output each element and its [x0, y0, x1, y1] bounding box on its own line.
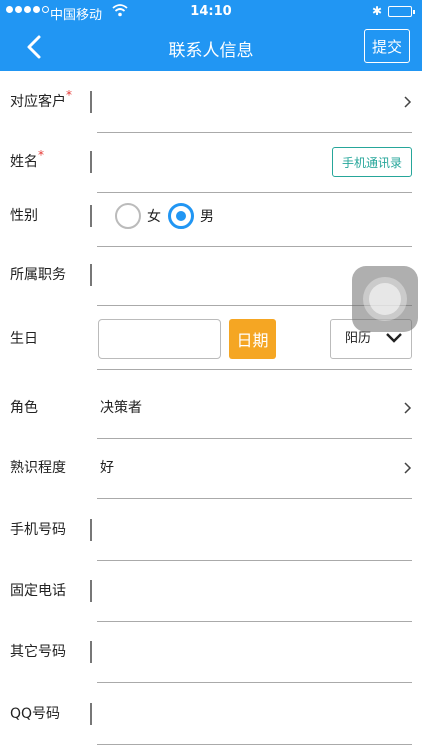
familiarity-row[interactable]: 熟识程度 好	[0, 437, 422, 499]
role-label: 角色	[10, 400, 38, 416]
landline-label: 固定电话	[10, 583, 66, 599]
submit-button[interactable]: 提交	[364, 29, 410, 63]
chevron-right-icon	[404, 462, 412, 474]
battery-icon	[388, 6, 415, 17]
mobile-input[interactable]	[100, 499, 400, 561]
chevron-right-icon	[404, 96, 412, 108]
field-divider	[90, 205, 92, 227]
position-input[interactable]	[100, 244, 340, 306]
role-value: 决策者	[100, 400, 142, 416]
phone-contacts-button[interactable]: 手机通讯录	[332, 147, 412, 177]
name-label: 姓名*	[10, 148, 44, 170]
navigation-bar: 联系人信息 提交	[0, 24, 422, 71]
gender-male-label: 男	[200, 209, 214, 225]
qq-row: QQ号码	[0, 683, 422, 745]
position-label: 所属职务	[10, 267, 66, 283]
gender-label: 性别	[10, 208, 38, 224]
gender-male-radio[interactable]: 男	[168, 203, 214, 229]
field-divider	[90, 91, 92, 113]
birthday-input[interactable]	[98, 319, 221, 359]
mobile-row: 手机号码	[0, 499, 422, 561]
status-bar: 中国移动 14:10 ✱	[0, 0, 422, 24]
customer-label: 对应客户*	[10, 88, 72, 110]
familiarity-label: 熟识程度	[10, 460, 66, 476]
required-mark: *	[38, 148, 44, 162]
field-divider	[90, 264, 92, 286]
field-divider	[90, 519, 92, 541]
birthday-label: 生日	[10, 331, 38, 347]
gender-female-label: 女	[147, 209, 161, 225]
familiarity-value: 好	[100, 460, 114, 476]
other-number-row: 其它号码	[0, 621, 422, 683]
page-title: 联系人信息	[168, 41, 254, 61]
name-input[interactable]	[100, 131, 320, 193]
field-divider	[90, 703, 92, 725]
field-divider	[90, 580, 92, 602]
date-picker-button[interactable]: 日期	[229, 319, 276, 359]
field-underline	[97, 369, 412, 370]
required-mark: *	[66, 88, 72, 102]
chevron-down-icon	[386, 333, 402, 343]
bluetooth-icon: ✱	[371, 4, 382, 18]
radio-unchecked-icon	[115, 203, 141, 229]
customer-row[interactable]: 对应客户*	[0, 71, 422, 133]
gender-row: 性别 女 男	[0, 185, 422, 247]
role-row[interactable]: 角色 决策者	[0, 377, 422, 439]
clock: 14:10	[190, 4, 232, 19]
chevron-right-icon	[404, 402, 412, 414]
gender-female-radio[interactable]: 女	[115, 203, 161, 229]
qq-input[interactable]	[100, 683, 400, 745]
field-divider	[90, 151, 92, 173]
field-underline	[97, 744, 412, 745]
mobile-label: 手机号码	[10, 522, 66, 538]
qq-label: QQ号码	[10, 706, 61, 722]
other-number-label: 其它号码	[10, 644, 66, 660]
landline-row: 固定电话	[0, 560, 422, 622]
assistive-touch-button[interactable]	[352, 266, 418, 332]
radio-checked-icon	[168, 203, 194, 229]
other-number-input[interactable]	[100, 621, 400, 683]
name-row: 姓名* 手机通讯录	[0, 131, 422, 193]
landline-input[interactable]	[100, 560, 400, 622]
field-divider	[90, 641, 92, 663]
